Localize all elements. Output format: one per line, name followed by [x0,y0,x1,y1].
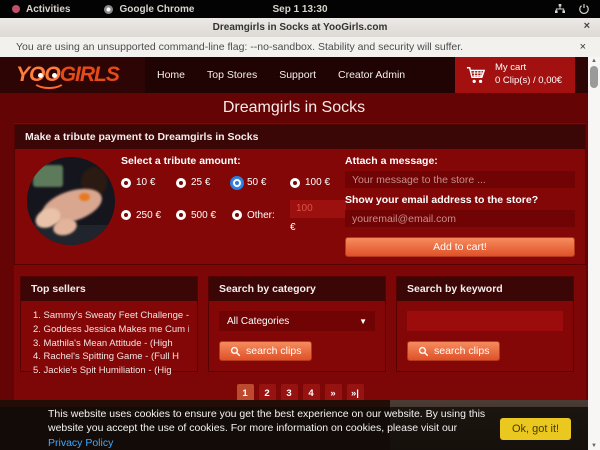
cart-title: My cart [495,62,562,75]
search-category-header: Search by category [209,277,385,301]
cookie-notice-text: This website uses cookies to ensure you … [48,407,488,450]
amount-radio-500[interactable]: 500 € [176,198,232,233]
warning-close-icon[interactable]: × [580,41,586,53]
privacy-policy-link[interactable]: Privacy Policy [48,437,113,449]
amount-radio-25[interactable]: 25 € [176,177,232,188]
search-icon [418,346,429,357]
search-keyword-header: Search by keyword [397,277,573,301]
clock[interactable]: Sep 1 13:30 [0,4,600,15]
browser-viewport: YOOGIRLS Home Top Stores Support Creator… [0,57,600,450]
cart-icon [465,65,487,85]
top-seller-item[interactable]: 1. Sammy's Sweaty Feet Challenge - [33,309,189,323]
window-title: Dreamgirls in Socks at YooGirls.com [213,22,388,33]
nav-home[interactable]: Home [157,69,185,81]
scroll-up-arrow[interactable]: ▲ [588,58,600,64]
scroll-down-arrow[interactable]: ▼ [588,443,600,449]
category-select[interactable]: All Categories ▼ [219,311,375,331]
tribute-amount-block: Select a tribute amount: 10 € 25 € 50 € … [121,155,359,233]
top-seller-item[interactable]: 2. Goddess Jessica Makes me Cum in [33,323,189,337]
tribute-message-block: Attach a message: Show your email addres… [345,155,575,257]
add-to-cart-button[interactable]: Add to cart! [345,237,575,257]
amount-radio-10[interactable]: 10 € [121,177,176,188]
tribute-panel-body: Select a tribute amount: 10 € 25 € 50 € … [15,149,585,264]
message-input[interactable] [345,171,575,188]
logo-smile-arc [32,71,66,89]
top-seller-item[interactable]: 3. Mathila's Mean Attitude - (High [33,337,189,351]
photo-shape [33,165,63,187]
desktop-top-bar: Activities Google Chrome Sep 1 13:30 [0,0,600,18]
site-header: YOOGIRLS Home Top Stores Support Creator… [0,57,588,93]
search-keyword-panel: Search by keyword search clips [396,276,574,372]
cart-summary: 0 Clip(s) / 0,00€ [495,75,562,88]
cookie-accept-button[interactable]: Ok, got it! [500,418,571,440]
my-cart-button[interactable]: My cart 0 Clip(s) / 0,00€ [455,57,575,93]
radio-icon[interactable] [176,210,186,220]
window-close-button[interactable]: × [584,20,590,32]
nav-top-stores[interactable]: Top Stores [207,69,257,81]
warning-text: You are using an unsupported command-lin… [16,41,463,53]
cookie-notice-bar: This website uses cookies to ensure you … [0,407,600,450]
page-title: Dreamgirls in Socks [0,93,588,123]
message-label: Attach a message: [345,155,575,167]
top-sellers-list: 1. Sammy's Sweaty Feet Challenge - 2. Go… [21,309,197,378]
amount-options: 10 € 25 € 50 € 100 € 250 € 500 € Other: … [121,177,359,233]
email-label: Show your email address to the store? [345,194,575,206]
amount-radio-other[interactable]: Other: [232,198,290,233]
main-nav: Home Top Stores Support Creator Admin [145,57,455,93]
nav-support[interactable]: Support [279,69,316,81]
top-seller-item[interactable]: 5. Jackie's Spit Humiliation - (Hig [33,364,189,378]
email-input[interactable] [345,210,575,227]
amount-radio-50[interactable]: 50 € [232,177,290,188]
amount-radio-250[interactable]: 250 € [121,198,176,233]
photo-shape [79,193,90,201]
logo-text-girls: GIRLS [60,63,119,86]
top-seller-item[interactable]: 4. Rachel's Spitting Game - (Full H [33,350,189,364]
tribute-panel-header: Make a tribute payment to Dreamgirls in … [15,125,585,149]
radio-icon[interactable] [232,210,242,220]
radio-icon[interactable] [121,178,131,188]
unsupported-flag-warning: You are using an unsupported command-lin… [0,37,600,57]
category-select-value: All Categories [227,316,289,327]
radio-icon[interactable] [232,178,242,188]
top-sellers-header: Top sellers [21,277,197,301]
top-sellers-panel: Top sellers 1. Sammy's Sweaty Feet Chall… [20,276,198,372]
radio-icon[interactable] [121,210,131,220]
keyword-input[interactable] [407,311,563,331]
search-icon [230,346,241,357]
radio-icon[interactable] [176,178,186,188]
yoogirls-logo[interactable]: YOOGIRLS [16,61,146,89]
scrollbar-thumb[interactable] [590,66,598,88]
tribute-panel: Make a tribute payment to Dreamgirls in … [14,124,586,265]
store-photo [27,157,115,245]
browser-titlebar: Dreamgirls in Socks at YooGirls.com × [0,18,600,38]
search-clips-keyword-button[interactable]: search clips [407,341,500,361]
search-category-panel: Search by category All Categories ▼ sear… [208,276,386,372]
radio-icon[interactable] [290,178,300,188]
amount-label: Select a tribute amount: [121,155,359,167]
page-scrollbar[interactable]: ▲ ▼ [588,57,600,450]
search-clips-category-button[interactable]: search clips [219,341,312,361]
chevron-down-icon: ▼ [359,317,367,326]
nav-creator-admin[interactable]: Creator Admin [338,69,405,81]
other-amount-input[interactable] [290,200,346,218]
